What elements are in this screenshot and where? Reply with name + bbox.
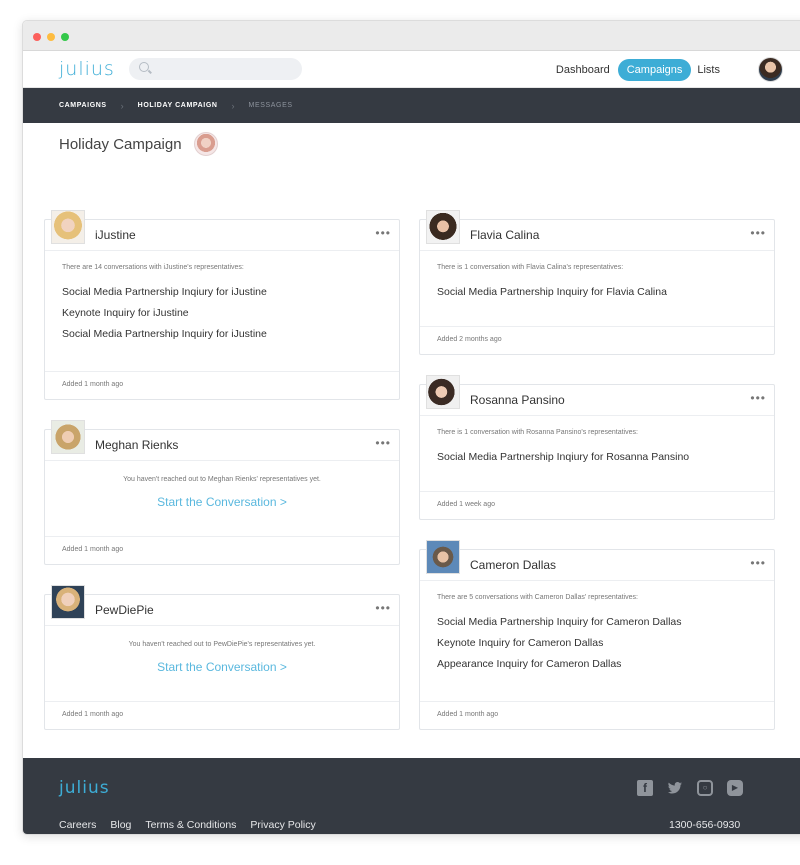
card-header: iJustine ••• [45, 210, 399, 251]
start-conversation-link[interactable]: Start the Conversation > [62, 495, 382, 509]
avatar [51, 420, 85, 454]
social-links: f ○ ▶ [637, 780, 757, 796]
instagram-icon[interactable]: ○ [697, 780, 713, 796]
card-body: You haven't reached out to Meghan Rienks… [45, 461, 399, 509]
nav-campaigns[interactable]: Campaigns [617, 58, 692, 81]
breadcrumb-campaigns[interactable]: CAMPAIGNS [59, 102, 107, 109]
phone-number[interactable]: 1300-656-0930 [669, 819, 740, 831]
avatar [426, 210, 460, 244]
conversation-summary: There is 1 conversation with Rosanna Pan… [437, 429, 638, 436]
conversation-link[interactable]: Social Media Partnership Inquiry for iJu… [62, 328, 382, 340]
added-timestamp: Added 1 month ago [420, 701, 774, 729]
footer-logo[interactable]: julius [59, 778, 110, 798]
added-timestamp: Added 1 month ago [45, 371, 399, 399]
conversation-link[interactable]: Social Media Partnership Inqiury for Ros… [437, 451, 757, 463]
maximize-window-button[interactable] [61, 33, 69, 41]
breadcrumb-holiday-campaign[interactable]: HOLIDAY CAMPAIGN [138, 102, 218, 109]
conversation-link[interactable]: Social Media Partnership Inquiry for Cam… [437, 616, 757, 628]
chevron-right-icon: › [231, 100, 235, 111]
nav-links: Dashboard Campaigns Lists [556, 51, 800, 88]
footer-links: Careers Blog Terms & Conditions Privacy … [59, 819, 330, 831]
card-body: There are 14 conversations with iJustine… [45, 251, 399, 340]
influencer-card-meghan-rienks: Meghan Rienks ••• You haven't reached ou… [44, 420, 400, 565]
start-conversation-link[interactable]: Start the Conversation > [62, 660, 382, 674]
site-footer: julius f ○ ▶ Careers Blog Terms & Condit… [23, 758, 800, 834]
influencer-name[interactable]: Cameron Dallas [470, 558, 556, 572]
youtube-icon[interactable]: ▶ [727, 780, 743, 796]
influencer-name[interactable]: PewDiePie [95, 603, 154, 617]
twitter-icon[interactable] [667, 780, 683, 796]
avatar [426, 375, 460, 409]
top-nav: julius Dashboard Campaigns Lists [23, 51, 800, 88]
influencer-name[interactable]: iJustine [95, 228, 136, 242]
added-timestamp: Added 1 month ago [45, 536, 399, 564]
conversation-link[interactable]: Social Media Partnership Inquiry for Fla… [437, 286, 757, 298]
footer-link-privacy[interactable]: Privacy Policy [250, 819, 315, 831]
influencer-card-flavia-calina: Flavia Calina ••• There is 1 conversatio… [419, 210, 775, 355]
card-header: Flavia Calina ••• [420, 210, 774, 251]
avatar [51, 585, 85, 619]
nav-lists[interactable]: Lists [697, 60, 720, 80]
close-window-button[interactable] [33, 33, 41, 41]
card-header: Rosanna Pansino ••• [420, 375, 774, 416]
conversation-summary: There are 5 conversations with Cameron D… [437, 594, 638, 601]
card-header: PewDiePie ••• [45, 585, 399, 626]
search-box[interactable] [129, 58, 302, 80]
avatar [426, 540, 460, 574]
card-header: Meghan Rienks ••• [45, 420, 399, 461]
more-options-icon[interactable]: ••• [750, 392, 766, 404]
influencer-name[interactable]: Rosanna Pansino [470, 393, 565, 407]
window-titlebar [23, 21, 800, 51]
search-icon [139, 62, 149, 72]
card-header: Cameron Dallas ••• [420, 540, 774, 581]
footer-link-terms[interactable]: Terms & Conditions [145, 819, 236, 831]
breadcrumb-messages: MESSAGES [248, 102, 293, 109]
influencer-card-pewdiepie: PewDiePie ••• You haven't reached out to… [44, 585, 400, 730]
conversation-link[interactable]: Social Media Partnership Inqiury for iJu… [62, 286, 382, 298]
avatar [51, 210, 85, 244]
breadcrumb: CAMPAIGNS › HOLIDAY CAMPAIGN › MESSAGES [23, 88, 800, 123]
user-avatar[interactable] [758, 57, 783, 82]
more-options-icon[interactable]: ••• [375, 227, 391, 239]
influencer-card-cameron-dallas: Cameron Dallas ••• There are 5 conversat… [419, 540, 775, 730]
card-body: There are 5 conversations with Cameron D… [420, 581, 774, 670]
browser-window: julius Dashboard Campaigns Lists CAMPAIG… [22, 20, 800, 835]
more-options-icon[interactable]: ••• [375, 602, 391, 614]
card-body: There is 1 conversation with Rosanna Pan… [420, 416, 774, 463]
footer-link-blog[interactable]: Blog [110, 819, 131, 831]
page-header: Holiday Campaign [59, 132, 218, 156]
added-timestamp: Added 2 months ago [420, 326, 774, 354]
minimize-window-button[interactable] [47, 33, 55, 41]
influencer-card-rosanna-pansino: Rosanna Pansino ••• There is 1 conversat… [419, 375, 775, 520]
conversation-link[interactable]: Keynote Inquiry for Cameron Dallas [437, 637, 757, 649]
conversation-summary: There is 1 conversation with Flavia Cali… [437, 264, 624, 271]
conversation-summary: There are 14 conversations with iJustine… [62, 264, 244, 271]
search-input[interactable] [155, 58, 295, 80]
app-logo[interactable]: julius [59, 58, 115, 80]
chevron-right-icon: › [120, 100, 124, 111]
more-options-icon[interactable]: ••• [750, 227, 766, 239]
nav-dashboard[interactable]: Dashboard [556, 60, 610, 80]
added-timestamp: Added 1 week ago [420, 491, 774, 519]
influencer-card-ijustine: iJustine ••• There are 14 conversations … [44, 210, 400, 400]
conversation-link[interactable]: Appearance Inquiry for Cameron Dallas [437, 658, 757, 670]
no-conversation-message: You haven't reached out to Meghan Rienks… [123, 476, 321, 483]
facebook-icon[interactable]: f [637, 780, 653, 796]
more-options-icon[interactable]: ••• [375, 437, 391, 449]
more-options-icon[interactable]: ••• [750, 557, 766, 569]
no-conversation-message: You haven't reached out to PewDiePie's r… [128, 641, 316, 648]
footer-link-careers[interactable]: Careers [59, 819, 96, 831]
page-title: Holiday Campaign [59, 135, 182, 153]
campaign-avatar [193, 132, 218, 156]
card-body: You haven't reached out to PewDiePie's r… [45, 626, 399, 674]
added-timestamp: Added 1 month ago [45, 701, 399, 729]
influencer-name[interactable]: Meghan Rienks [95, 438, 178, 452]
card-body: There is 1 conversation with Flavia Cali… [420, 251, 774, 298]
influencer-name[interactable]: Flavia Calina [470, 228, 539, 242]
conversation-link[interactable]: Keynote Inquiry for iJustine [62, 307, 382, 319]
